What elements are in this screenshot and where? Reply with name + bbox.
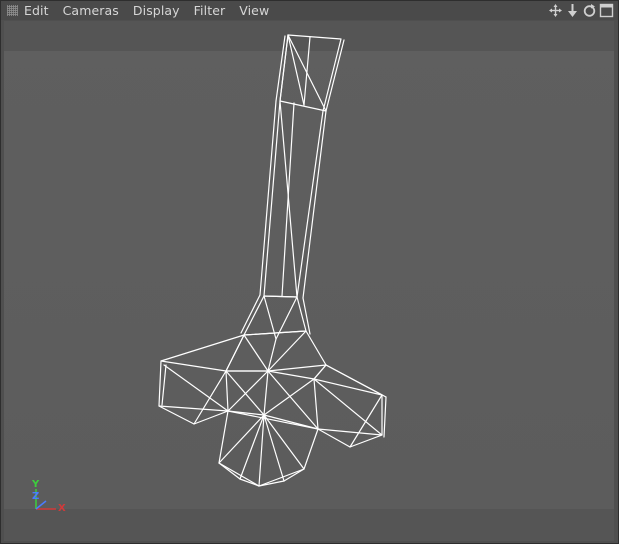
rotate-view-icon[interactable] [582, 3, 597, 18]
editor-window: Edit Cameras Display Filter View Y Z X [0, 0, 619, 544]
shaft-outline [263, 34, 342, 298]
axis-gizmo: Y Z X [26, 479, 76, 519]
menu-edit[interactable]: Edit [24, 1, 49, 20]
viewport-nav-icons [548, 3, 614, 18]
move-view-icon[interactable] [548, 3, 563, 18]
axis-y-label: Y [32, 479, 40, 490]
wireframe-mesh[interactable] [4, 21, 614, 541]
axis-z-label: Z [32, 491, 40, 502]
menu-view[interactable]: View [239, 1, 269, 20]
3d-viewport[interactable]: Y Z X [4, 21, 614, 541]
viewport-menubar: Edit Cameras Display Filter View [1, 1, 618, 20]
menu-filter[interactable]: Filter [194, 1, 226, 20]
menu-display[interactable]: Display [133, 1, 180, 20]
pan-view-icon[interactable] [565, 3, 580, 18]
menu-cameras[interactable]: Cameras [63, 1, 119, 20]
panel-grip-icon[interactable] [7, 5, 18, 16]
maximize-view-icon[interactable] [599, 3, 614, 18]
axis-x-label: X [58, 503, 66, 514]
